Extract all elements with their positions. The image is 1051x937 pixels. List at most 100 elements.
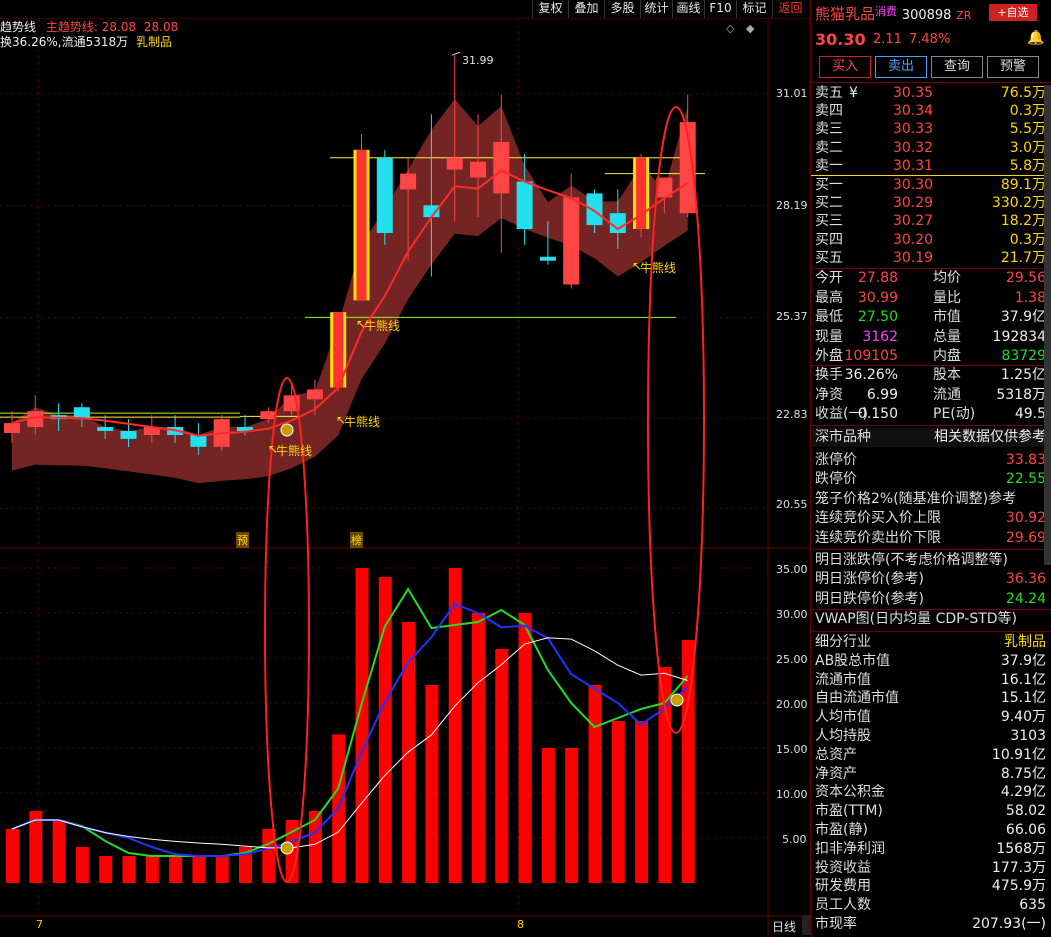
price-tick: 20.55 (776, 498, 808, 511)
order-book-price: 30.19 (893, 249, 934, 266)
stats-value: 27.50 (857, 309, 898, 325)
order-book-label: 买二 (815, 195, 843, 212)
candle-body (446, 157, 463, 170)
volume-bar (611, 721, 625, 883)
sell-button[interactable]: 卖出 (875, 56, 927, 78)
market-header: 深市品种 相关数据仅供参考 (811, 428, 1046, 447)
fundamental-value: 4.29亿 (1000, 784, 1046, 801)
fundamental-row: 细分行业 乳制品 (811, 633, 1046, 652)
volume-bar (6, 829, 19, 883)
volume-bar (355, 568, 369, 883)
order-book-label: 卖一 (815, 157, 843, 174)
stats-row: 最低 27.50 市值 37.9亿 (811, 308, 1046, 327)
stock-code: 300898 (901, 8, 952, 23)
order-book-volume: 18.2万 (1000, 213, 1046, 230)
bull-bear-label: 牛熊线 (276, 444, 313, 458)
fundamental-row: 资本公积金 4.29亿 (811, 783, 1046, 802)
order-book-price: 30.31 (893, 157, 934, 174)
volume-tick: 10.00 (776, 788, 808, 801)
stock-tag: 消费 (875, 5, 898, 18)
stock-zr: ZR (956, 9, 972, 22)
tomorrow-row: 明日涨停价(参考) 36.36 (811, 570, 1046, 589)
volume-bar (425, 685, 439, 883)
tomorrow-label: 明日跌停价(参考) (815, 590, 924, 607)
order-book-price: 30.29 (893, 195, 934, 212)
stats-value: 0.150 (857, 406, 898, 422)
price-tick: 25.37 (776, 310, 808, 323)
order-book-label: 卖四 (815, 103, 843, 120)
limit-label: 涨停价 (815, 452, 857, 468)
cage-value: 29.69 (1005, 529, 1046, 546)
order-book-sell-row: 卖五 ¥30.35 76.5万 (811, 84, 1046, 103)
order-book-volume: 0.3万 (1009, 231, 1046, 248)
order-book-price: 30.27 (893, 213, 934, 230)
stats-label: 今开 (815, 270, 843, 286)
chart-scrollbar[interactable] (802, 915, 810, 935)
volume-bar (192, 856, 206, 883)
stats-label: 外盘 (815, 348, 843, 364)
bell-icon[interactable]: 🔔 (1027, 30, 1044, 46)
fundamental-label: 人均持股 (815, 728, 871, 744)
volume-bar (565, 748, 579, 883)
order-book-price: 30.33 (893, 121, 934, 138)
volume-bar (541, 748, 555, 883)
stats-label: 流通 (933, 386, 961, 403)
candle-body (400, 173, 417, 190)
fundamental-value: 8.75亿 (1000, 765, 1046, 782)
market-title: 深市品种 (815, 429, 871, 445)
candle-body-inner (356, 149, 367, 301)
fundamental-label: 资本公积金 (815, 784, 885, 801)
forecast-tag[interactable]: 预 (236, 532, 249, 548)
volume-bar (145, 856, 159, 883)
volume-ma3-line (11, 587, 689, 857)
stats-label: 总量 (933, 328, 961, 345)
stats-value: 192834 (992, 328, 1046, 345)
query-button[interactable]: 查询 (931, 56, 983, 78)
order-book-label: 买五 (815, 249, 843, 266)
price-tick: 28.19 (776, 199, 808, 212)
price-tick: 22.83 (776, 408, 808, 421)
candle-body (516, 181, 533, 230)
order-book-sell-row: 卖一 30.31 5.8万 (811, 157, 1046, 176)
fundamental-value: 乳制品 (1004, 634, 1046, 650)
fundamental-value: 10.91亿 (991, 746, 1046, 763)
order-book-sell-row: 卖三 30.33 5.5万 (811, 120, 1046, 139)
order-book-buy-row: 买五 30.19 21.7万 (811, 249, 1046, 268)
cage-label: 连续竞价买入价上限 (815, 510, 941, 526)
cage-row: 连续竞价买入价上限 30.92 (811, 509, 1046, 528)
order-book-volume: 76.5万 (1000, 85, 1046, 101)
limit-value: 22.55 (1005, 471, 1046, 487)
stock-name: 熊猫乳品 (815, 5, 876, 23)
candle-body (586, 193, 603, 226)
fundamental-value: 16.1亿 (1000, 671, 1046, 688)
order-book-volume: 5.8万 (1009, 157, 1046, 174)
stats-label: 净资 (815, 386, 843, 403)
kline-chart (0, 20, 810, 937)
fundamental-label: 员工人数 (815, 897, 871, 914)
order-book-label: 卖二 (815, 139, 843, 156)
stock-header: 熊猫乳品消费 300898 ZR (815, 3, 971, 24)
alert-button[interactable]: 预警 (987, 56, 1039, 78)
fundamental-row: 投资收益 177.3万 (811, 859, 1046, 878)
panel-scrollbar[interactable] (1044, 85, 1051, 565)
fundamental-value: 15.1亿 (1000, 690, 1046, 707)
volume-bar (448, 568, 462, 883)
period-button[interactable]: 日线 (772, 918, 796, 935)
fundamental-value: 3103 (1010, 728, 1046, 744)
candle-body (306, 389, 323, 400)
dragon-tiger-tag[interactable]: 榜 (350, 532, 363, 548)
fundamental-label: 总资产 (815, 746, 857, 763)
price-change: 2.11 (873, 32, 902, 47)
stats-value: 36.26% (844, 367, 898, 383)
fundamental-label: 自由流通市值 (815, 690, 899, 707)
fundamental-row: 总资产 10.91亿 (811, 746, 1046, 765)
fundamental-label: 流通市值 (815, 671, 871, 688)
limit-row: 跌停价 22.55 (811, 470, 1046, 489)
add-watchlist-button[interactable]: +自选 (989, 4, 1037, 21)
buy-button[interactable]: 买入 (819, 56, 871, 78)
volume-bar (99, 856, 113, 883)
stats-value: 49.5 (1014, 406, 1046, 422)
order-book-price: 30.34 (893, 103, 934, 120)
fundamental-row: 流通市值 16.1亿 (811, 671, 1046, 690)
cage-row: 连续竞价卖出价下限 29.69 (811, 529, 1046, 548)
